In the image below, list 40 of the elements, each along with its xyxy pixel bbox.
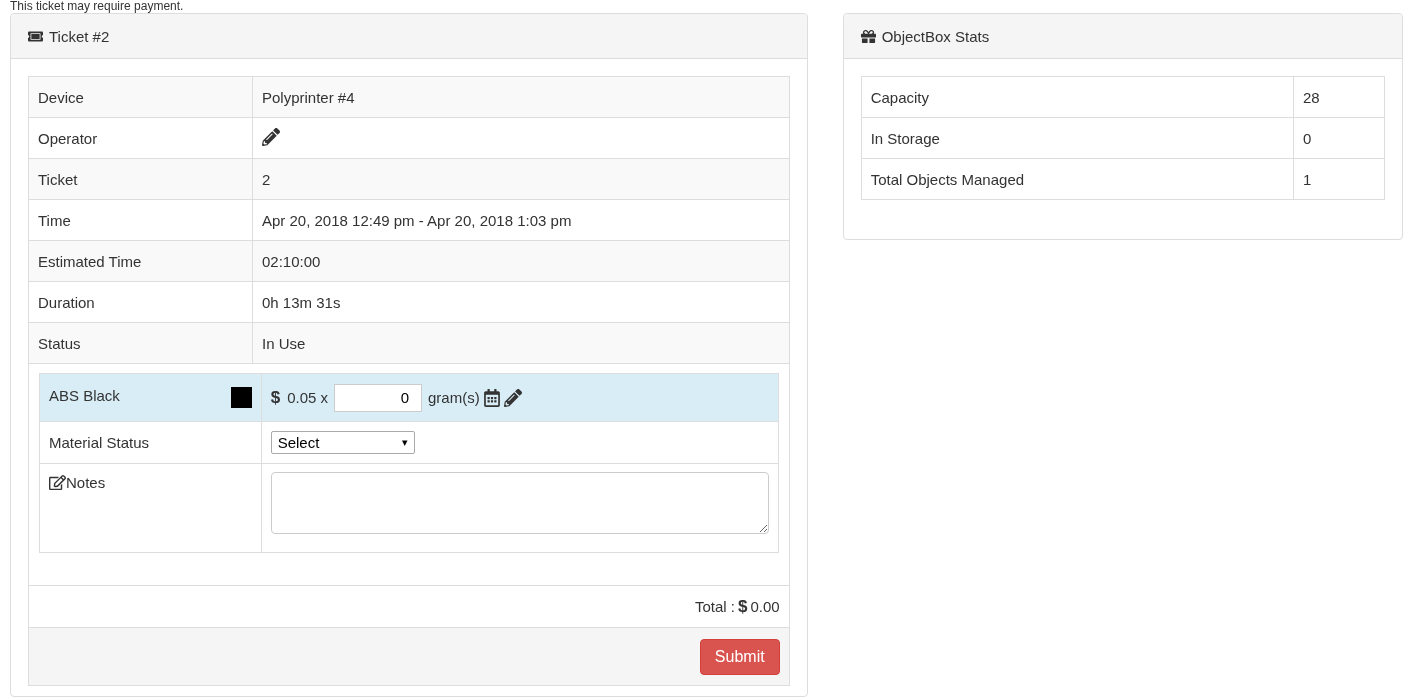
row-label: Duration — [38, 293, 95, 311]
currency-sign: $ — [270, 387, 281, 408]
row-label: Notes — [66, 474, 106, 491]
row-label: Ticket — [38, 170, 78, 188]
row-label: Total Objects Managed — [870, 170, 1025, 188]
row-value: 2 — [262, 170, 271, 188]
row-value: 0 — [1303, 129, 1312, 147]
row-label: Status — [38, 334, 81, 352]
panel-title: Ticket #2 — [49, 27, 110, 45]
row-label: Estimated Time — [38, 252, 142, 270]
row-label: In Storage — [870, 129, 940, 147]
calendar-icon[interactable] — [482, 388, 501, 407]
submit-button[interactable]: Submit — [699, 638, 780, 675]
row-value: 02:10:00 — [262, 252, 321, 270]
row-value: Polyprinter #4 — [262, 88, 355, 106]
notice-text: This ticket may require payment. — [10, 0, 185, 13]
gift-icon — [860, 28, 876, 44]
rate-text: 0.05 x — [287, 389, 328, 406]
row-label: Capacity — [870, 88, 929, 106]
quantity-field[interactable]: 0 — [334, 383, 422, 412]
material-name: ABS Black — [49, 387, 120, 404]
row-label: Material Status — [49, 434, 150, 451]
row-value: 0h 13m 31s — [262, 293, 341, 311]
notes-field[interactable] — [270, 472, 769, 534]
total-label: Total : — [694, 598, 735, 615]
row-label: Device — [38, 88, 84, 106]
row-value: In Use — [262, 334, 306, 352]
edit-icon — [49, 474, 66, 491]
status-dropdown[interactable]: Select ▾ — [270, 431, 415, 454]
panel-title: ObjectBox Stats — [881, 27, 990, 45]
currency-sign: $ — [738, 596, 748, 617]
pencil-icon[interactable] — [262, 127, 280, 146]
row-label: Operator — [38, 129, 98, 147]
row-value: 1 — [1303, 170, 1312, 188]
row-value: Apr 20, 2018 12:49 pm - Apr 20, 2018 1:03 pm — [262, 211, 572, 229]
row-label: Time — [38, 211, 71, 229]
total-amount: 0.00 — [750, 598, 780, 615]
pencil-icon[interactable] — [503, 388, 522, 407]
row-value: 28 — [1303, 88, 1320, 106]
unit-text: gram(s) — [428, 389, 480, 406]
